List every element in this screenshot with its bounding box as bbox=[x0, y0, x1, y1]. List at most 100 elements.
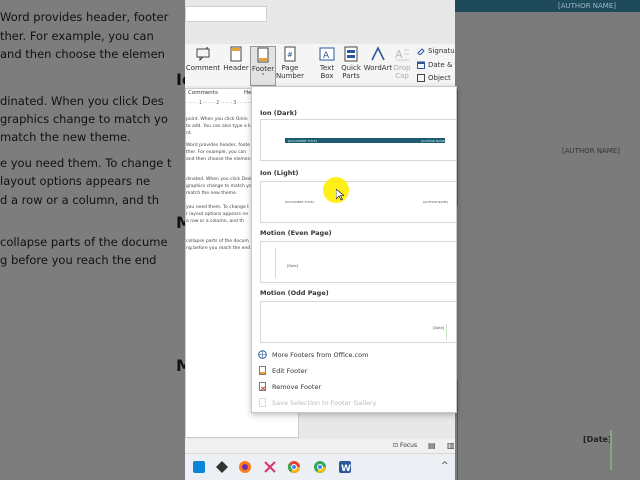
quick-parts-icon bbox=[344, 46, 358, 62]
read-mode-icon[interactable]: ▤ bbox=[428, 441, 436, 450]
object-button[interactable]: Object bbox=[417, 74, 451, 82]
comment-button[interactable]: Comment bbox=[185, 46, 221, 84]
focus-icon: ⊡ bbox=[393, 442, 399, 449]
remove-footer-menu-item[interactable]: Remove Footer bbox=[258, 382, 321, 391]
taskbar: W ^ bbox=[185, 453, 455, 480]
quick-parts-label-1: Quick bbox=[341, 64, 361, 72]
bg-page-edge bbox=[457, 90, 458, 205]
header-icon bbox=[230, 46, 242, 62]
doc-line: match the new theme. bbox=[186, 191, 238, 196]
drop-cap-icon: A bbox=[395, 48, 409, 61]
remove-footer-icon bbox=[259, 382, 266, 391]
status-bar: ⊡ Focus ▤ ▥ bbox=[185, 439, 455, 453]
focus-label: Focus bbox=[399, 442, 418, 449]
text-box-button[interactable]: A Text Box bbox=[316, 46, 338, 84]
header-button[interactable]: Header bbox=[223, 46, 249, 84]
bg-author-name: [AUTHOR NAME] bbox=[558, 2, 616, 10]
footer-icon bbox=[257, 47, 269, 63]
doc-line: to add. You can also type a k bbox=[186, 124, 251, 129]
footer-option-ion-light[interactable]: [DOCUMENT TITLE] [AUTHOR NAME] bbox=[260, 181, 456, 223]
quick-parts-button[interactable]: Quick Parts bbox=[340, 46, 362, 84]
calendar-icon bbox=[417, 61, 425, 69]
quick-parts-label-2: Parts bbox=[342, 72, 360, 80]
bg-text-line: match the new theme. bbox=[0, 130, 131, 144]
gallery-section-title: Ion (Dark) bbox=[260, 109, 298, 117]
bg-accent-line bbox=[610, 430, 612, 470]
background-document-right: [AUTHOR NAME] [AUTHOR NAME] [Date] bbox=[455, 0, 640, 480]
focus-button[interactable]: ⊡ Focus bbox=[393, 442, 417, 449]
doc-line: you need them. To change t bbox=[186, 205, 249, 210]
bg-text-line: collapse parts of the docume bbox=[0, 235, 168, 249]
remove-footer-label: Remove Footer bbox=[272, 382, 322, 391]
background-document-left: Word provides header, footer ther. For e… bbox=[0, 0, 185, 480]
page-number-button[interactable]: # Page Number bbox=[275, 46, 305, 84]
doc-line: ther. For example, you can bbox=[186, 150, 247, 155]
object-label: Object bbox=[428, 74, 451, 82]
doc-line: point. When you click Onlin bbox=[186, 117, 248, 122]
svg-text:A: A bbox=[395, 48, 403, 61]
drop-cap-label-1: Drop bbox=[393, 64, 411, 72]
globe-icon bbox=[258, 350, 267, 359]
doc-line: nt. bbox=[186, 131, 193, 136]
more-footers-menu-item[interactable]: More Footers from Office.com bbox=[258, 350, 368, 359]
search-box[interactable] bbox=[185, 6, 267, 22]
comments-label: Comments bbox=[188, 90, 218, 96]
app-icon[interactable] bbox=[215, 460, 229, 474]
gallery-section-title: Ion (Light) bbox=[260, 169, 299, 177]
bg-date: [Date] bbox=[583, 435, 612, 444]
doc-line: a row or a column, and th bbox=[186, 219, 244, 224]
print-layout-icon[interactable]: ▥ bbox=[447, 441, 455, 450]
wordart-icon bbox=[371, 46, 385, 61]
wordart-button[interactable]: WordArt bbox=[363, 46, 393, 84]
footer-option-ion-dark[interactable]: [DOCUMENT TITLE] [AUTHOR NAME] bbox=[260, 119, 456, 161]
bg-text-line: dinated. When you click Des bbox=[0, 94, 164, 108]
doc-line: dinated. When you click Desi bbox=[186, 177, 252, 182]
bg-text-line: Word provides header, footer bbox=[0, 10, 169, 24]
svg-text:W: W bbox=[341, 464, 351, 474]
placeholder-date: [Date] bbox=[433, 326, 445, 330]
drop-cap-button[interactable]: A Drop Cap bbox=[392, 46, 412, 84]
bg-text-line: e you need them. To change t bbox=[0, 156, 172, 170]
drop-cap-label-2: Cap bbox=[395, 72, 409, 80]
more-footers-label: More Footers from Office.com bbox=[272, 350, 369, 359]
bg-author-name: [AUTHOR NAME] bbox=[562, 147, 620, 155]
bg-heading-letter: Io bbox=[176, 70, 185, 89]
footer-label: Footer bbox=[251, 65, 275, 73]
save-selection-icon bbox=[259, 398, 266, 407]
firefox-icon[interactable] bbox=[238, 460, 252, 474]
placeholder-date: [Date] bbox=[287, 264, 299, 268]
doc-line: graphics change to match yo bbox=[186, 184, 252, 189]
bg-heading-letter: M bbox=[176, 356, 185, 375]
windows-start-icon[interactable] bbox=[192, 460, 206, 474]
comment-label: Comment bbox=[185, 64, 221, 72]
footer-option-motion-even[interactable]: [Date] bbox=[260, 241, 456, 283]
doc-line: Word provides header, foote bbox=[186, 143, 251, 148]
chevron-up-icon[interactable]: ^ bbox=[441, 461, 449, 471]
doc-line: and then choose the elemen bbox=[186, 157, 251, 162]
insert-ribbon: Comment Header Footer ˅ # Page Number A … bbox=[185, 44, 455, 86]
placeholder-text: [AUTHOR NAME] bbox=[421, 139, 446, 143]
signature-icon bbox=[417, 48, 425, 55]
date-time-button[interactable]: Date & T bbox=[417, 61, 455, 69]
gallery-section-title: Motion (Odd Page) bbox=[260, 289, 329, 297]
chrome-icon[interactable] bbox=[287, 460, 301, 474]
comment-icon bbox=[196, 47, 210, 62]
edit-footer-icon bbox=[259, 366, 266, 375]
mouse-cursor-icon bbox=[336, 189, 344, 201]
page-number-label-2: Number bbox=[275, 72, 305, 80]
edit-footer-menu-item[interactable]: Edit Footer bbox=[258, 366, 307, 375]
object-icon bbox=[417, 74, 425, 82]
bg-page-edge bbox=[457, 380, 458, 480]
signature-line-button[interactable]: Signature bbox=[417, 47, 455, 55]
save-selection-menu-item[interactable]: Save Selection to Footer Gallery bbox=[258, 398, 377, 407]
footer-button[interactable]: Footer ˅ bbox=[250, 46, 276, 86]
chevron-down-icon: ˅ bbox=[261, 73, 265, 81]
footer-option-motion-odd[interactable]: [Date] bbox=[260, 301, 456, 343]
word-icon[interactable]: W bbox=[338, 460, 352, 474]
save-selection-label: Save Selection to Footer Gallery bbox=[272, 398, 377, 407]
chrome-profile-icon[interactable] bbox=[313, 460, 327, 474]
motion-accent-line bbox=[446, 324, 447, 340]
snipping-tool-icon[interactable] bbox=[263, 460, 277, 474]
wordart-label: WordArt bbox=[363, 64, 393, 72]
header-label: Header bbox=[223, 64, 249, 72]
